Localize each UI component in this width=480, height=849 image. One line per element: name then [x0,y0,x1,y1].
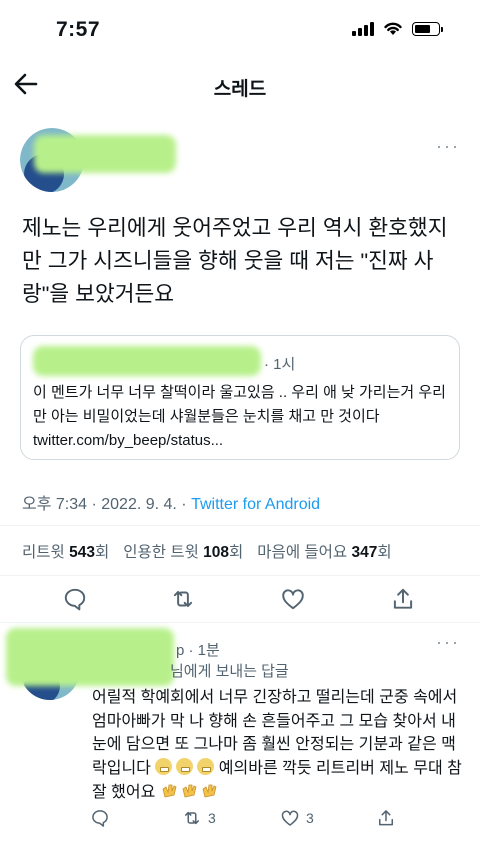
reply-reply-button[interactable] [90,808,110,828]
tweet-source-link[interactable]: Twitter for Android [191,496,320,513]
quote-count-link[interactable]: 인용한 트윗 108회 [123,540,243,562]
reply-time: p · 1분 [176,642,220,659]
redacted-quoted-author [33,346,261,376]
clap-icon [162,784,177,798]
quoted-tweet-time: · 1시 [264,356,296,373]
emoji-icon [197,757,215,775]
battery-icon [412,21,443,36]
like-count-link[interactable]: 마음에 들어요 347회 [257,540,391,562]
divider [0,622,480,623]
reply-to-label[interactable]: 님에게 보내는 답글 [170,660,289,681]
reply-like-count: 3 [306,810,314,826]
clap-icon [182,784,197,798]
tweet-datetime: 오후 7:34 · 2022. 9. 4. · [22,496,192,513]
heart-icon [282,589,304,610]
heart-icon [281,810,299,826]
more-icon[interactable]: ··· [436,136,460,157]
clap-icon [202,784,217,798]
status-time: 7:57 [56,18,101,41]
comment-icon [64,588,86,611]
clap-emoji-icons [160,784,220,801]
retweet-icon [173,590,193,608]
share-icon [379,810,393,826]
page-title: 스레드 [213,79,267,100]
divider [0,575,480,576]
quoted-tweet[interactable]: · 1시 이 멘트가 너무 너무 찰떡이라 울고있음 .. 우리 애 낮 가리는… [20,335,460,460]
tweet-stats: 리트윗 543회 인용한 트윗 108회 마음에 들어요 347회 [22,540,392,562]
divider [0,525,480,526]
redacted-author-name [34,135,176,173]
share-icon [393,588,413,609]
emoji-icon [176,757,194,775]
reply-retweet-count: 3 [208,810,216,826]
quoted-tweet-text: 이 멘트가 너무 너무 찰떡이라 울고있음 .. 우리 애 낮 가리는거 우리만… [33,384,446,449]
reply-like-button[interactable]: 3 [280,808,314,828]
more-icon[interactable]: ··· [436,632,460,653]
reply-retweet-button[interactable]: 3 [182,808,216,828]
retweet-count-link[interactable]: 리트윗 543회 [22,540,109,562]
comment-icon [92,810,108,827]
tweet-text: 제노는 우리에게 웃어주었고 우리 역시 환호했지만 그가 시즈니들을 향해 웃… [22,216,448,306]
retweet-icon [185,811,199,825]
retweet-button[interactable] [170,586,198,614]
share-button[interactable] [390,586,418,614]
wifi-icon [384,22,402,35]
emoji-icon [155,757,173,775]
cellular-signal-icon [352,21,374,36]
tweet-meta: 오후 7:34 · 2022. 9. 4. · Twitter for Andr… [22,490,320,514]
redacted-reply-author [6,628,174,686]
reply-button[interactable] [62,586,90,614]
reply-text: 어릴적 학예회에서 너무 긴장하고 떨리는데 군중 속에서 엄마아빠가 막 나 … [92,686,464,805]
like-button[interactable] [280,586,308,614]
status-icons [352,21,443,36]
reply-share-button[interactable] [376,808,396,828]
